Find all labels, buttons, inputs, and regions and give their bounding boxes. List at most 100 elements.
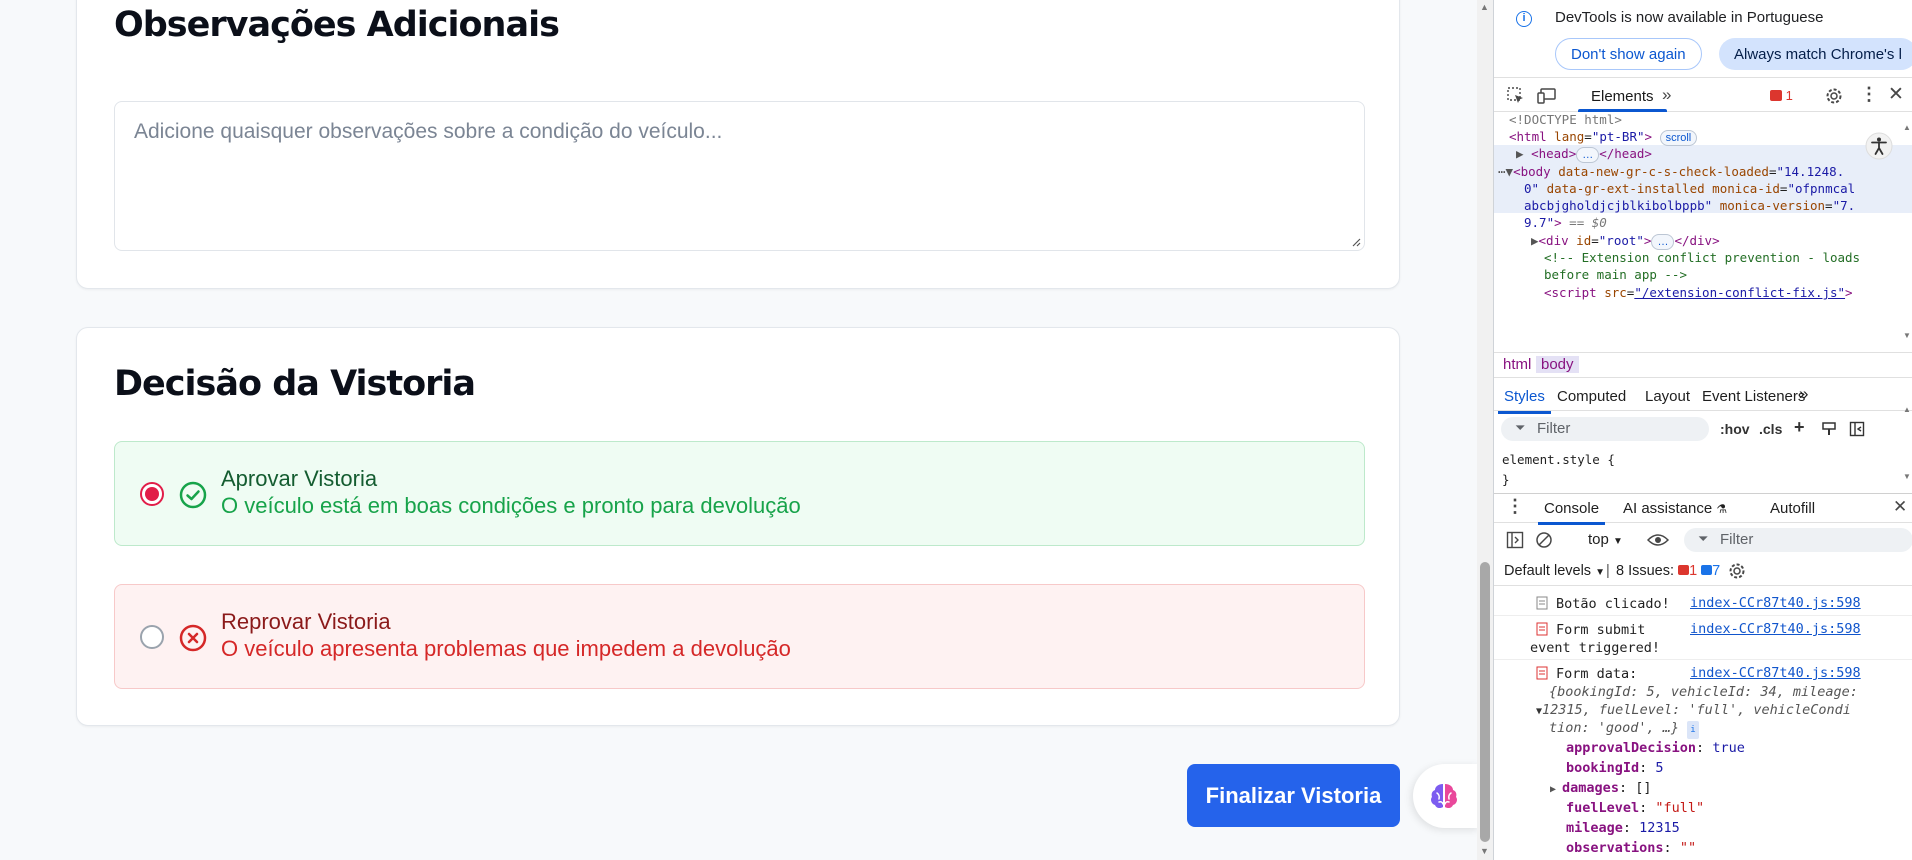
default-levels-dropdown[interactable]: Default levels ▼ bbox=[1504, 563, 1605, 579]
object-prop[interactable]: observations: "" bbox=[1566, 839, 1696, 857]
tab-elements[interactable]: Elements bbox=[1578, 80, 1667, 112]
html-open-tag: <html bbox=[1509, 129, 1547, 144]
finalize-inspection-button[interactable]: Finalizar Vistoria bbox=[1187, 764, 1400, 827]
collapse-body-arrow-icon[interactable]: ▼ bbox=[1506, 164, 1514, 179]
always-match-language-button[interactable]: Always match Chrome's l bbox=[1719, 38, 1912, 70]
styles-filter-placeholder: Filter bbox=[1537, 420, 1571, 437]
context-selector[interactable]: top ▼ bbox=[1588, 531, 1623, 548]
tab-layout[interactable]: Layout bbox=[1645, 388, 1690, 405]
issues-link[interactable]: 8 Issues: 1 7 bbox=[1616, 563, 1720, 579]
prop-key: damages bbox=[1562, 780, 1619, 796]
object-prop[interactable]: bookingId: 5 bbox=[1566, 759, 1664, 777]
tab-console[interactable]: Console bbox=[1537, 500, 1606, 525]
dom-scroll-up-icon[interactable]: ▲ bbox=[1903, 123, 1911, 132]
drawer-menu-icon[interactable]: ⋮ bbox=[1506, 496, 1524, 517]
styles-scroll-down-icon[interactable]: ▼ bbox=[1903, 472, 1911, 481]
clear-console-icon[interactable] bbox=[1535, 531, 1553, 549]
ai-assistant-float[interactable] bbox=[1413, 764, 1480, 828]
approve-radio[interactable] bbox=[140, 482, 164, 506]
settings-gear-icon[interactable] bbox=[1825, 87, 1843, 105]
reject-description: O veículo apresenta problemas que impede… bbox=[221, 636, 791, 661]
error-badge[interactable]: 1 bbox=[1770, 88, 1793, 103]
observations-textarea[interactable]: Adicione quaisquer observações sobre a c… bbox=[114, 101, 1365, 251]
class-toggle[interactable]: .cls bbox=[1759, 421, 1782, 437]
styles-scroll-up-icon[interactable]: ▲ bbox=[1903, 405, 1911, 414]
expand-damages-arrow-icon[interactable]: ▶ bbox=[1550, 784, 1562, 795]
expand-head-arrow-icon[interactable]: ▶ bbox=[1516, 146, 1524, 161]
eye-icon[interactable] bbox=[1647, 532, 1669, 548]
log-source-link[interactable]: index-CCr87t40.js:598 bbox=[1690, 665, 1861, 681]
log-source-link[interactable]: index-CCr87t40.js:598 bbox=[1690, 621, 1861, 637]
expand-root-arrow-icon[interactable]: ▶ bbox=[1531, 233, 1539, 248]
prop-value: "" bbox=[1679, 840, 1697, 856]
tab-ai-assistance[interactable]: AI assistance ⚗ bbox=[1623, 500, 1727, 517]
more-tabs-chevron-icon[interactable]: » bbox=[1662, 85, 1671, 105]
console-message[interactable]: Botão clicado! index-CCr87t40.js:598 bbox=[1494, 592, 1912, 616]
object-info-icon[interactable]: i bbox=[1687, 721, 1699, 739]
more-options-icon[interactable]: ⋮ bbox=[1860, 84, 1878, 105]
log-file-icon bbox=[1536, 666, 1548, 680]
new-style-rule-icon[interactable]: + bbox=[1794, 417, 1805, 438]
toggle-sidebar-icon[interactable] bbox=[1849, 421, 1865, 437]
console-settings-gear-icon[interactable] bbox=[1728, 562, 1746, 580]
body-attr-3: monica-id bbox=[1712, 181, 1780, 196]
tab-computed[interactable]: Computed bbox=[1557, 388, 1626, 405]
object-prop[interactable]: approvalDecision: true bbox=[1566, 739, 1745, 757]
info-icon: i bbox=[1516, 11, 1532, 27]
prop-key: fuelLevel bbox=[1566, 800, 1640, 816]
paint-brush-icon[interactable] bbox=[1821, 421, 1837, 437]
devtools-panel: i DevTools is now available in Portugues… bbox=[1493, 0, 1912, 860]
dom-scroll-down-icon[interactable]: ▼ bbox=[1903, 331, 1911, 340]
issues-label: 8 Issues: bbox=[1616, 563, 1675, 579]
x-circle-icon bbox=[179, 624, 207, 652]
reject-option[interactable]: Reprovar Vistoria O veículo apresenta pr… bbox=[114, 584, 1365, 689]
tab-event-listeners[interactable]: Event Listeners bbox=[1702, 388, 1805, 405]
breadcrumb-body[interactable]: body bbox=[1536, 356, 1579, 373]
object-prop[interactable]: mileage: 12315 bbox=[1566, 819, 1680, 837]
scroll-up-arrow-icon[interactable]: ▲ bbox=[1480, 2, 1489, 12]
breadcrumb-html[interactable]: html bbox=[1498, 356, 1536, 373]
accessibility-icon[interactable] bbox=[1864, 131, 1894, 161]
console-message[interactable]: Form submit event triggered! index-CCr87… bbox=[1494, 618, 1912, 660]
reject-radio[interactable] bbox=[140, 625, 164, 649]
approve-option[interactable]: Aprovar Vistoria O veículo está em boas … bbox=[114, 441, 1365, 546]
devtools-scrollbar[interactable]: ▲ ▼ ▲ ▼ bbox=[1901, 0, 1912, 860]
selected-node-marker: == $0 bbox=[1569, 215, 1607, 230]
more-style-tabs-chevron-icon[interactable]: » bbox=[1799, 384, 1808, 404]
log-source-link[interactable]: index-CCr87t40.js:598 bbox=[1690, 595, 1861, 611]
script-src-link[interactable]: "/extension-conflict-fix.js" bbox=[1634, 285, 1845, 300]
body-val-1a: "14.1248. bbox=[1776, 164, 1845, 179]
resize-grip-icon[interactable] bbox=[1351, 237, 1361, 247]
page-scrollbar-thumb[interactable] bbox=[1480, 562, 1490, 842]
drawer-tabs: ⋮ Console AI assistance ⚗ Autofill ✕ bbox=[1494, 493, 1912, 525]
div-id-attr: id bbox=[1576, 233, 1592, 248]
object-preview-row[interactable]: ▼12315, fuelLevel: 'full', vehicleCondi bbox=[1536, 701, 1851, 721]
dont-show-again-button[interactable]: Don't show again bbox=[1555, 38, 1702, 70]
levels-dropdown-icon: ▼ bbox=[1595, 567, 1605, 578]
scroll-down-arrow-icon[interactable]: ▼ bbox=[1480, 846, 1489, 856]
head-collapsed-badge[interactable]: … bbox=[1576, 147, 1600, 163]
node-actions-dots-icon[interactable]: ⋯ bbox=[1498, 164, 1506, 179]
console-message[interactable]: Form data: index-CCr87t40.js:598 {bookin… bbox=[1494, 662, 1912, 860]
styles-filter-input[interactable]: ⏷ Filter bbox=[1501, 417, 1709, 441]
device-toolbar-icon[interactable] bbox=[1536, 86, 1558, 106]
scroll-badge[interactable]: scroll bbox=[1659, 130, 1698, 146]
dom-script-node[interactable]: <script src="/extension-conflict-fix.js"… bbox=[1544, 283, 1853, 304]
approve-title: Aprovar Vistoria bbox=[221, 466, 378, 491]
inspect-element-icon[interactable] bbox=[1506, 86, 1526, 106]
hover-state-toggle[interactable]: :hov bbox=[1720, 421, 1750, 437]
object-prop[interactable]: fuelLevel: "full" bbox=[1566, 799, 1704, 817]
tab-autofill[interactable]: Autofill bbox=[1770, 500, 1815, 517]
ai-assistance-label: AI assistance bbox=[1623, 500, 1713, 517]
element-style-rule[interactable]: element.style { } bbox=[1502, 450, 1615, 490]
log-message-text: Botão clicado! bbox=[1556, 596, 1670, 612]
issue-info-icon bbox=[1701, 565, 1713, 575]
tab-styles[interactable]: Styles bbox=[1498, 388, 1551, 414]
page-scrollbar[interactable]: ▲ ▼ bbox=[1477, 0, 1493, 860]
console-filter-input[interactable]: ⏷ Filter bbox=[1684, 528, 1912, 552]
object-preview-line: 12315, fuelLevel: 'full', vehicleCondi bbox=[1542, 702, 1851, 718]
object-preview-line: tion: 'good', …} bbox=[1549, 720, 1680, 736]
console-sidebar-icon[interactable] bbox=[1506, 531, 1524, 549]
object-prop[interactable]: ▶ damages: [] bbox=[1550, 779, 1651, 799]
prop-value: 5 bbox=[1655, 760, 1664, 776]
